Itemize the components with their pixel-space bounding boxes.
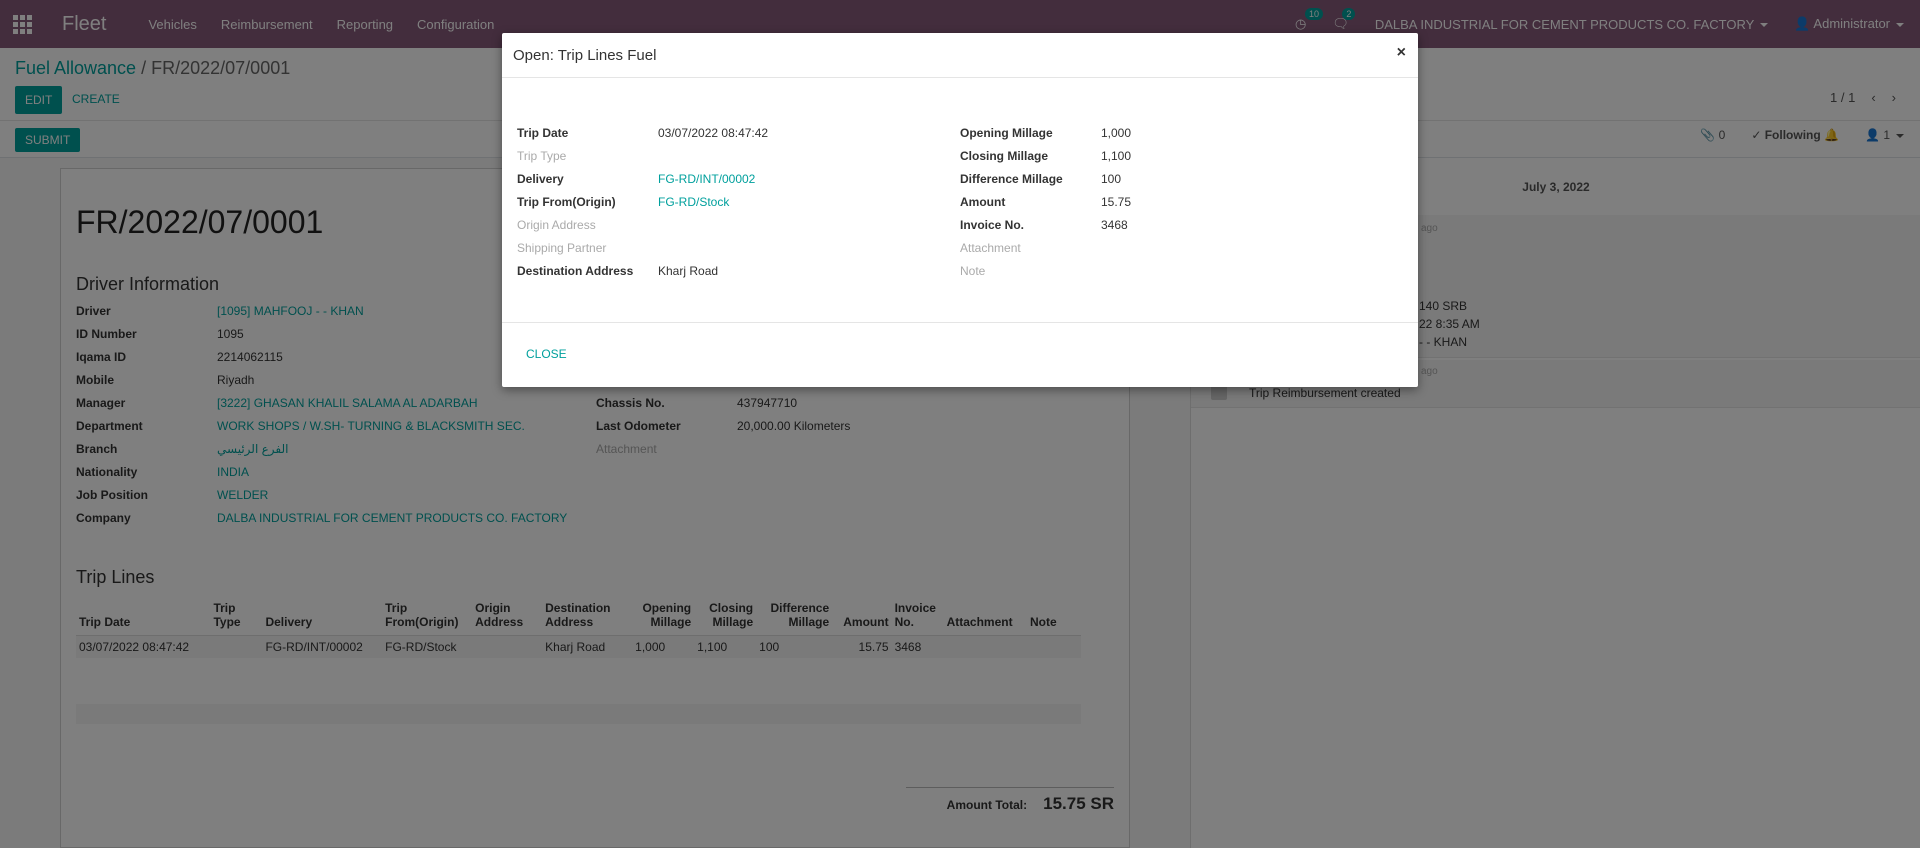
field-value: 3468 [1101,217,1128,232]
modal-left-fields: Trip Date 03/07/2022 08:47:42 Trip Type D… [517,121,768,282]
field-value: 1,000 [1101,125,1132,140]
field-value: Kharj Road [658,263,719,278]
delivery-link[interactable]: FG-RD/INT/00002 [658,172,755,186]
field-label: Difference Millage [960,171,1063,186]
field-label: Trip Date [517,125,569,140]
field-trip-from: Trip From(Origin) FG-RD/Stock [517,190,768,213]
field-label: Trip From(Origin) [517,194,616,209]
field-label: Opening Millage [960,125,1053,140]
field-value: 15.75 [1101,194,1132,209]
trip-from-link[interactable]: FG-RD/Stock [658,195,729,209]
field-label: Note [960,263,986,278]
field-label: Attachment [960,240,1021,255]
field-value: 100 [1101,171,1122,186]
field-amount: Amount 15.75 [960,190,1131,213]
trip-line-dialog: Open: Trip Lines Fuel × Trip Date 03/07/2… [502,33,1418,387]
modal-footer: CLOSE [502,323,1418,385]
modal-right-fields: Opening Millage 1,000 Closing Millage 1,10… [960,121,1131,282]
close-button[interactable]: CLOSE [526,347,567,361]
field-attachment: Attachment [960,236,1131,259]
field-label: Invoice No. [960,217,1025,232]
field-label: Amount [960,194,1006,209]
close-icon[interactable]: × [1397,44,1406,62]
modal-body: Trip Date 03/07/2022 08:47:42 Trip Type D… [502,78,1418,323]
field-closing-millage: Closing Millage 1,100 [960,144,1131,167]
field-delivery: Delivery FG-RD/INT/00002 [517,167,768,190]
field-shipping-partner: Shipping Partner [517,236,768,259]
field-note: Note [960,259,1131,282]
field-value: 1,100 [1101,148,1132,163]
field-origin-address: Origin Address [517,213,768,236]
field-destination-address: Destination Address Kharj Road [517,259,768,282]
field-label: Origin Address [517,217,596,232]
field-opening-millage: Opening Millage 1,000 [960,121,1131,144]
field-label: Shipping Partner [517,240,607,255]
field-difference-millage: Difference Millage 100 [960,167,1131,190]
field-label: Closing Millage [960,148,1049,163]
field-value: 03/07/2022 08:47:42 [658,125,769,140]
modal-header: Open: Trip Lines Fuel × [502,33,1418,78]
field-label: Trip Type [517,148,567,163]
field-trip-date: Trip Date 03/07/2022 08:47:42 [517,121,768,144]
field-trip-type: Trip Type [517,144,768,167]
modal-title: Open: Trip Lines Fuel [513,46,657,64]
field-label: Delivery [517,171,564,186]
field-label: Destination Address [517,263,634,278]
field-invoice-no: Invoice No. 3468 [960,213,1131,236]
